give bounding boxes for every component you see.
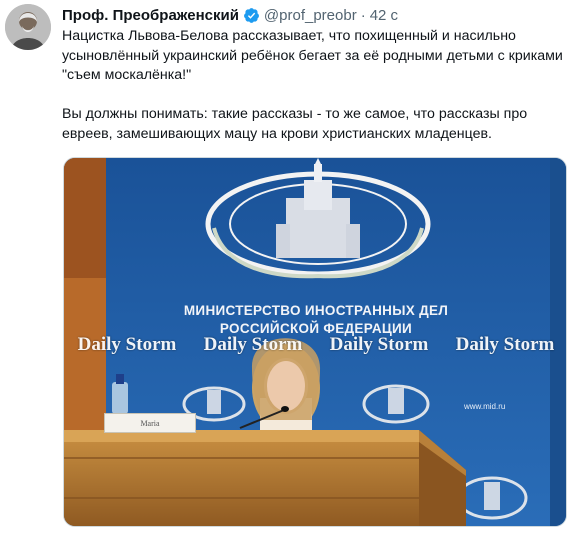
verified-badge-icon	[243, 7, 259, 23]
site-label: www.mid.ru	[464, 402, 506, 411]
display-name[interactable]: Проф. Преображенский	[62, 7, 239, 24]
handle[interactable]: @prof_preobr	[264, 7, 357, 24]
watermark-text: Daily Storm	[329, 334, 429, 355]
watermark-text: Daily Storm	[455, 334, 555, 355]
tweet-media-video-frame[interactable]: МИНИСТЕРСТВО ИНОСТРАННЫХ ДЕЛ РОССИЙСКОЙ …	[63, 157, 567, 527]
separator-dot: ·	[360, 6, 366, 24]
watermark-text: Daily Storm	[77, 334, 177, 355]
timestamp[interactable]: 42 с	[370, 7, 398, 24]
avatar[interactable]	[5, 4, 51, 50]
tweet-text: Нацистка Львова-Белова рассказывает, что…	[62, 28, 563, 142]
watermark-text: Daily Storm	[203, 334, 303, 355]
tweet-header: Проф. Преображенский @prof_preobr · 42 с	[62, 5, 398, 25]
ministry-banner-line1: МИНИСТЕРСТВО ИНОСТРАННЫХ ДЕЛ	[183, 303, 449, 318]
tweet[interactable]: Проф. Преображенский @prof_preobr · 42 с…	[0, 0, 576, 535]
nameplate: Maria	[104, 413, 196, 433]
watermark-row: Daily Storm Daily Storm Daily Storm Dail…	[64, 332, 566, 358]
avatar-portrait-icon	[5, 4, 51, 50]
